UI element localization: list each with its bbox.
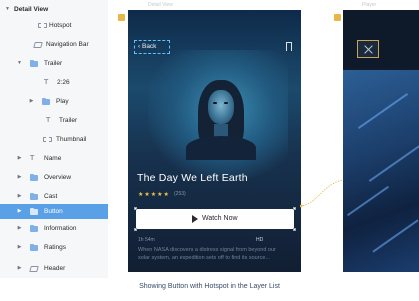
layer-thumbnail[interactable]: Thumbnail [0, 132, 108, 147]
quality-badge: HD [256, 237, 264, 243]
selection-handle[interactable] [293, 228, 296, 231]
layer-overview[interactable]: ▶ Overview [0, 170, 108, 185]
layer-label: Trailer [59, 117, 78, 124]
layer-name[interactable]: ▶ T Name [0, 151, 108, 166]
layer-label: Hotspot [49, 22, 72, 29]
artboard-label-detail: Detail View [148, 2, 173, 8]
layer-label: Trailer [44, 60, 63, 67]
chevron-right-icon[interactable]: ▶ [16, 221, 23, 236]
chevron-right-icon[interactable]: ▶ [16, 170, 23, 185]
layer-label: Ratings [44, 244, 67, 251]
selection-handle[interactable] [293, 207, 296, 210]
text-icon: T [46, 117, 51, 124]
layer-label: Play [56, 98, 69, 105]
runtime-text: 1h 54m [138, 237, 155, 243]
chevron-left-icon: ‹ [138, 43, 141, 50]
bookmark-icon[interactable] [286, 42, 292, 52]
layer-ratings[interactable]: ▶ Ratings [0, 240, 108, 255]
artboard-label-player: Player [362, 2, 377, 8]
play-icon [192, 215, 198, 223]
folder-icon [42, 97, 50, 105]
layer-play[interactable]: ▶ Play [0, 94, 108, 109]
prototype-link-connector [300, 179, 344, 208]
chevron-right-icon[interactable]: ▶ [16, 204, 23, 219]
rating-count: (253) [174, 191, 186, 197]
back-label: Back [141, 43, 157, 50]
artboard-player[interactable] [343, 10, 419, 272]
hotspot-marker-icon [334, 14, 341, 21]
poster-image [186, 72, 256, 160]
figure-caption: Showing Button with Hotspot in the Layer… [139, 283, 280, 290]
layer-header[interactable]: ▶ Header [0, 261, 108, 276]
layer-list: ▼ Detail View Hotspot Navigation Bar ▼ T… [0, 0, 108, 278]
layer-trailer-group[interactable]: ▼ Trailer [0, 56, 108, 71]
folder-icon [30, 192, 38, 200]
synopsis-text: When NASA discovers a distress signal fr… [138, 247, 276, 261]
folder-icon [30, 243, 38, 251]
chevron-right-icon[interactable]: ▶ [16, 189, 23, 204]
text-icon: T [30, 155, 35, 162]
layer-label: Information [44, 225, 77, 232]
layer-label: Header [44, 265, 66, 272]
folder-icon [30, 224, 38, 232]
folder-icon [30, 59, 38, 67]
watch-now-label: Watch Now [202, 215, 238, 222]
layer-trailer-text[interactable]: T Trailer [0, 113, 108, 128]
layer-button[interactable]: ▶ Button [0, 204, 108, 219]
chevron-down-icon[interactable]: ▼ [16, 56, 23, 71]
layer-label: Name [44, 155, 62, 162]
layer-label: Detail View [14, 6, 49, 13]
movie-title: The Day We Left Earth [137, 172, 248, 184]
chevron-right-icon[interactable]: ▶ [16, 151, 23, 166]
chevron-right-icon[interactable]: ▶ [16, 261, 23, 276]
layer-navigation-bar[interactable]: Navigation Bar [0, 37, 108, 52]
layer-label: Navigation Bar [46, 41, 89, 48]
folder-icon [30, 173, 38, 181]
layer-duration[interactable]: T 2:26 [0, 75, 108, 90]
video-frame [343, 70, 419, 272]
symbol-icon [29, 266, 39, 272]
layer-label: Overview [44, 174, 72, 181]
layer-label: Button [44, 208, 63, 215]
chevron-right-icon[interactable]: ▶ [28, 94, 35, 109]
close-icon[interactable] [357, 40, 379, 58]
selection-handle[interactable] [134, 228, 137, 231]
hotspot-marker-icon [118, 14, 125, 21]
layer-label: Cast [44, 193, 58, 200]
hotspot-icon [38, 23, 47, 28]
layer-label: 2:26 [57, 79, 70, 86]
layer-hotspot[interactable]: Hotspot [0, 18, 108, 33]
layer-detail-view[interactable]: ▼ Detail View [0, 2, 108, 17]
layer-information[interactable]: ▶ Information [0, 221, 108, 236]
selection-handle[interactable] [134, 207, 137, 210]
back-button[interactable]: ‹ Back [134, 40, 170, 54]
symbol-icon [33, 42, 43, 48]
artboard-detail-view[interactable]: ‹ Back The Day We Left Earth ★★★★★ (253)… [128, 10, 301, 272]
image-icon [43, 137, 52, 142]
layer-cast[interactable]: ▶ Cast [0, 189, 108, 204]
watch-now-button[interactable]: Watch Now [134, 207, 296, 231]
chevron-down-icon[interactable]: ▼ [4, 2, 11, 17]
chevron-right-icon[interactable]: ▶ [16, 240, 23, 255]
folder-icon [30, 207, 38, 215]
text-icon: T [44, 79, 49, 86]
layer-label: Thumbnail [56, 136, 87, 143]
star-rating: ★★★★★ [138, 192, 170, 198]
